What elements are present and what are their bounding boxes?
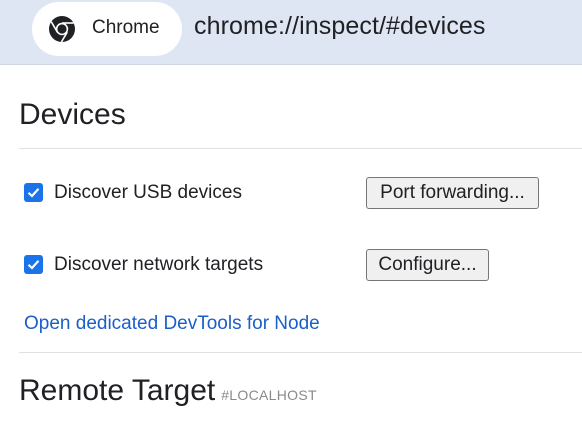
checkmark-icon: [27, 260, 40, 270]
remote-target-title: Remote Target: [19, 374, 216, 407]
remote-divider: [19, 352, 582, 353]
port-forwarding-button[interactable]: Port forwarding...: [366, 177, 539, 209]
checkmark-icon: [27, 188, 40, 198]
chrome-logo-icon: [49, 16, 75, 43]
site-info-chip[interactable]: Chrome: [32, 2, 182, 56]
discover-network-label: Discover network targets: [54, 254, 264, 275]
configure-button[interactable]: Configure...: [366, 249, 489, 281]
address-bar-url[interactable]: chrome://inspect/#devices: [194, 12, 486, 41]
devices-divider: [19, 148, 582, 149]
site-chip-label: Chrome: [92, 17, 160, 38]
remote-target-heading: Remote Target #LOCALHOST: [19, 374, 317, 408]
devices-heading: Devices: [19, 98, 126, 131]
discover-usb-label: Discover USB devices: [54, 182, 242, 203]
open-node-devtools-link[interactable]: Open dedicated DevTools for Node: [24, 313, 320, 335]
remote-target-tag: #LOCALHOST: [221, 387, 317, 403]
discover-usb-checkbox[interactable]: [24, 183, 43, 202]
discover-network-checkbox[interactable]: [24, 255, 43, 274]
omnibox-bar: Chrome chrome://inspect/#devices: [0, 0, 582, 65]
